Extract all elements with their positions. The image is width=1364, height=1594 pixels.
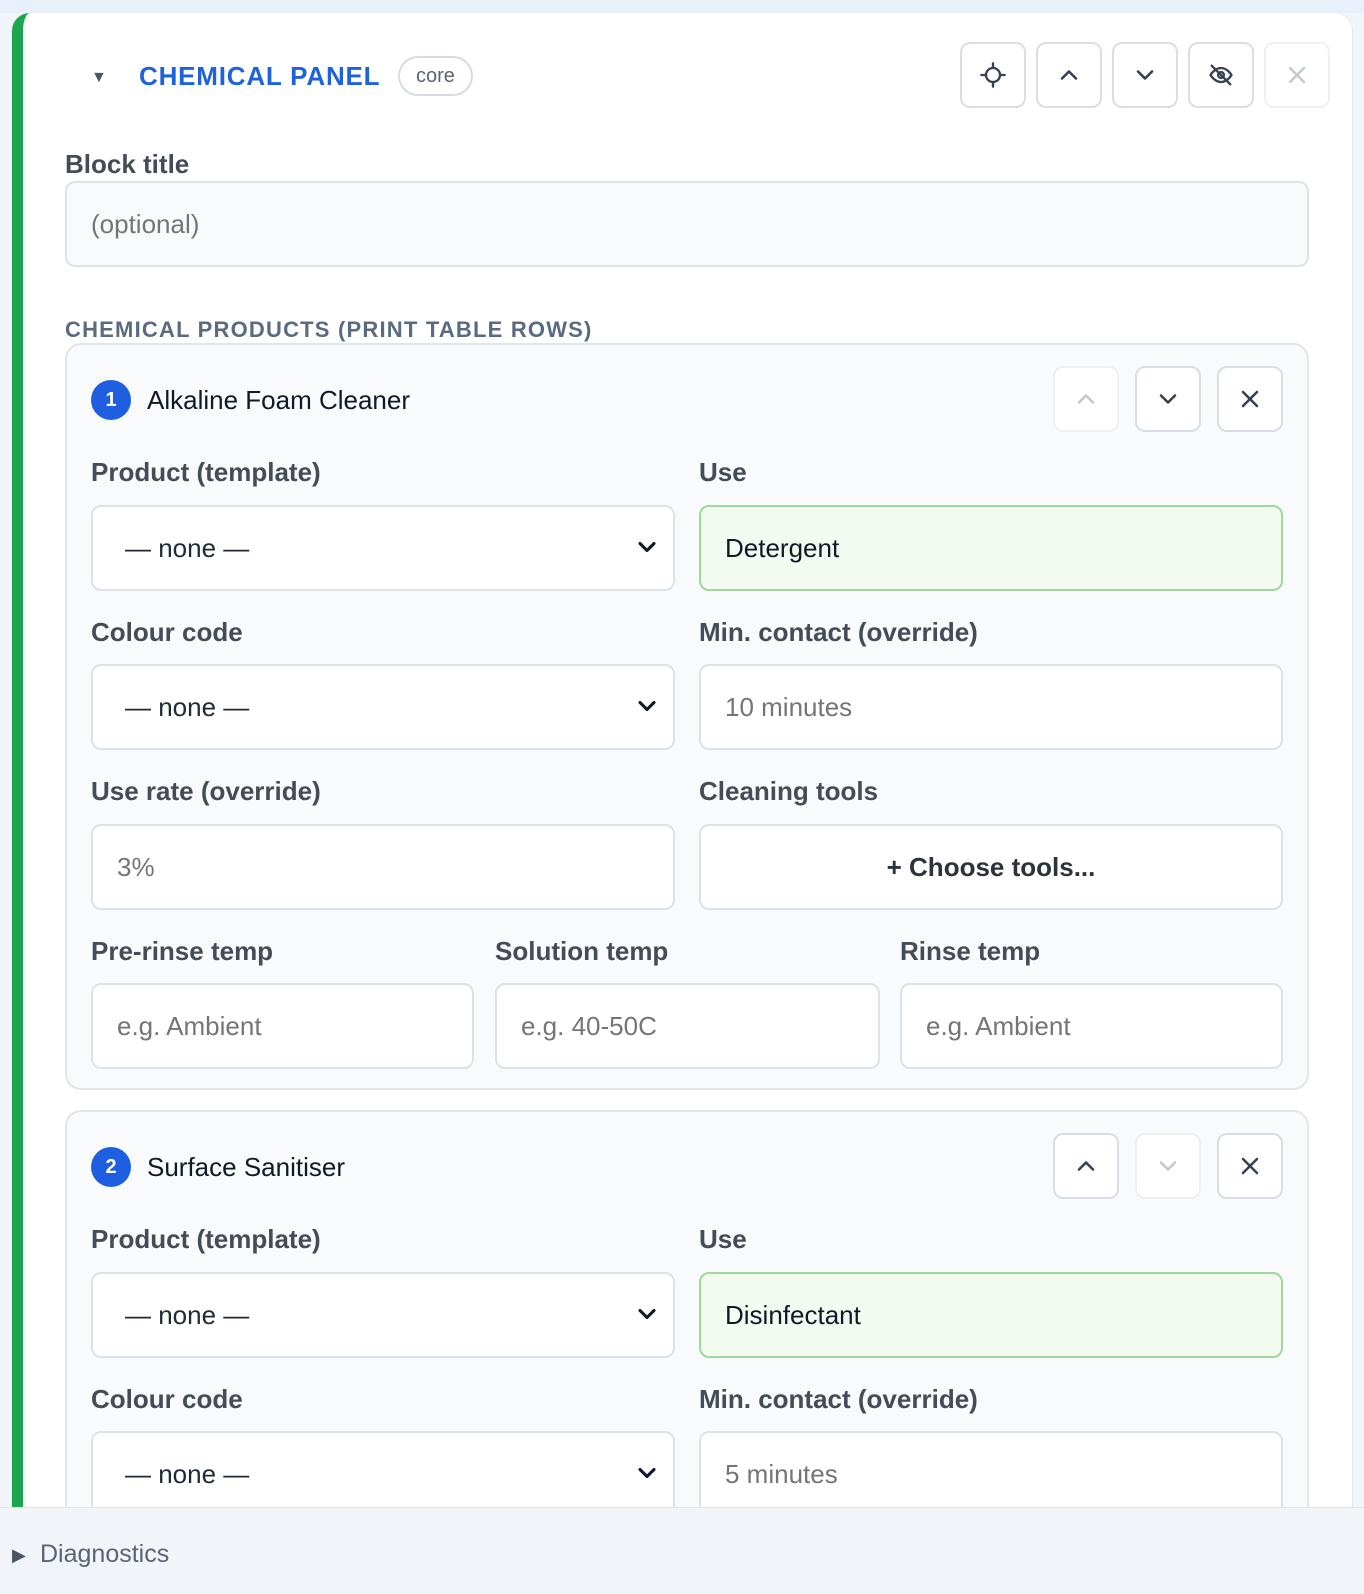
min-contact-label: Min. contact (override) <box>699 617 978 647</box>
product-template-select[interactable]: — none — <box>91 1272 675 1358</box>
cleaning-tools-label: Cleaning tools <box>699 776 879 806</box>
select-value: — none — <box>125 692 250 722</box>
product-card-2: 2 Surface Sanitiser Product (template) — <box>65 1110 1309 1507</box>
block-header: ▼ CHEMICAL PANEL core <box>65 13 1330 139</box>
close-icon <box>1241 1157 1259 1175</box>
chevron-down-icon <box>638 1308 656 1320</box>
chemical-panel-block: ▼ CHEMICAL PANEL core Block title (optio… <box>12 13 1352 1507</box>
move-product-up-button[interactable] <box>1053 1133 1119 1199</box>
chevron-down-icon <box>1159 1161 1177 1171</box>
eye-off-icon <box>1209 64 1233 86</box>
move-product-up-button[interactable] <box>1053 366 1119 432</box>
pre-rinse-input[interactable] <box>91 983 474 1069</box>
product-template-select[interactable]: — none — <box>91 505 675 591</box>
use-label: Use <box>699 1224 747 1254</box>
rinse-temp-label: Rinse temp <box>900 936 1041 966</box>
colour-code-select[interactable]: — none — <box>91 664 675 750</box>
solution-temp-label: Solution temp <box>495 936 669 966</box>
top-strip <box>0 0 1364 13</box>
chevron-up-icon <box>1077 394 1095 404</box>
use-value: Disinfectant <box>725 1300 861 1330</box>
min-contact-label: Min. contact (override) <box>699 1384 978 1414</box>
editor-viewport[interactable]: ▼ CHEMICAL PANEL core Block title (optio… <box>0 13 1364 1507</box>
move-block-up-button[interactable] <box>1036 42 1102 108</box>
colour-code-select[interactable]: — none — <box>91 1431 675 1507</box>
expand-triangle-icon: ▶ <box>12 1545 26 1565</box>
close-icon <box>1241 390 1259 408</box>
focus-block-button[interactable] <box>960 42 1026 108</box>
remove-product-button[interactable] <box>1217 366 1283 432</box>
section-label: CHEMICAL PRODUCTS (PRINT TABLE ROWS) <box>65 317 593 342</box>
block-type-title: CHEMICAL PANEL <box>139 61 381 91</box>
product-template-label: Product (template) <box>91 457 321 487</box>
crosshair-icon <box>980 62 1006 88</box>
block-title-input[interactable] <box>65 181 1309 267</box>
min-contact-input[interactable] <box>699 1431 1283 1507</box>
select-value: — none — <box>125 1459 250 1489</box>
chevron-down-icon <box>1159 394 1177 404</box>
product-card-1: 1 Alkaline Foam Cleaner Product (templat… <box>65 343 1309 1090</box>
product-index-badge: 1 <box>91 380 131 420</box>
move-block-down-button[interactable] <box>1112 42 1178 108</box>
use-input[interactable]: Detergent <box>699 505 1283 591</box>
select-value: — none — <box>125 533 250 563</box>
core-badge: core <box>398 56 473 96</box>
product-template-label: Product (template) <box>91 1224 321 1254</box>
move-product-down-button[interactable] <box>1135 1133 1201 1199</box>
remove-product-button[interactable] <box>1217 1133 1283 1199</box>
collapse-caret-icon[interactable]: ▼ <box>91 69 107 87</box>
solution-temp-input[interactable] <box>495 983 880 1069</box>
remove-block-button[interactable] <box>1264 42 1330 108</box>
move-product-down-button[interactable] <box>1135 366 1201 432</box>
colour-code-label: Colour code <box>91 617 243 647</box>
use-rate-input[interactable] <box>91 824 675 910</box>
use-rate-label: Use rate (override) <box>91 776 321 806</box>
colour-code-label: Colour code <box>91 1384 243 1414</box>
use-label: Use <box>699 457 747 487</box>
chevron-up-icon <box>1060 70 1078 80</box>
diagnostics-label: Diagnostics <box>40 1540 170 1568</box>
chevron-down-icon <box>638 1467 656 1479</box>
hide-block-button[interactable] <box>1188 42 1254 108</box>
use-value: Detergent <box>725 533 840 563</box>
chevron-down-icon <box>638 541 656 553</box>
chevron-down-icon <box>638 700 656 712</box>
product-name: Surface Sanitiser <box>147 1152 345 1182</box>
min-contact-input[interactable] <box>699 664 1283 750</box>
diagnostics-footer[interactable]: ▶ Diagnostics <box>0 1507 1364 1594</box>
choose-tools-button[interactable]: + Choose tools... <box>699 824 1283 910</box>
pre-rinse-label: Pre-rinse temp <box>91 936 274 966</box>
product-name: Alkaline Foam Cleaner <box>147 385 411 415</box>
block-title-label: Block title <box>65 149 190 179</box>
select-value: — none — <box>125 1300 250 1330</box>
chevron-up-icon <box>1077 1161 1095 1171</box>
product-index-badge: 2 <box>91 1147 131 1187</box>
chevron-down-icon <box>1136 70 1154 80</box>
rinse-temp-input[interactable] <box>900 983 1283 1069</box>
use-input[interactable]: Disinfectant <box>699 1272 1283 1358</box>
close-icon <box>1288 66 1306 84</box>
